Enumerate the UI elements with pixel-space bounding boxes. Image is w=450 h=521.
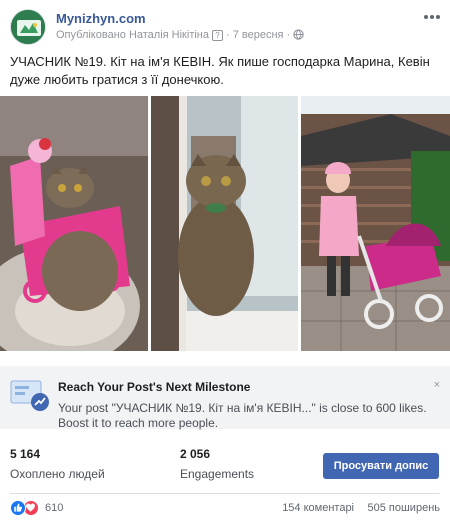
boost-banner: Reach Your Post's Next Milestone Your po… bbox=[0, 366, 450, 430]
info-marker[interactable]: ? bbox=[212, 30, 223, 41]
page-avatar-icon[interactable] bbox=[10, 9, 46, 45]
reach-value: 5 164 bbox=[10, 447, 41, 461]
reach-label: Охоплено людей bbox=[10, 467, 105, 481]
like-icon[interactable] bbox=[10, 500, 26, 516]
boost-text: Your post "УЧАСНИК №19. Кіт на ім'я КЕВІ… bbox=[58, 401, 427, 430]
reach-stat[interactable]: 5 164 Охоплено людей bbox=[10, 447, 105, 481]
more-options-icon[interactable] bbox=[424, 11, 440, 23]
boost-post-button[interactable]: Просувати допис bbox=[323, 453, 439, 479]
photo-girl-stroller[interactable] bbox=[301, 96, 450, 351]
photo-cat-stroller[interactable] bbox=[0, 96, 148, 351]
page-name-link[interactable]: Mynizhyn.com bbox=[56, 11, 146, 26]
divider bbox=[10, 493, 440, 494]
comments-count[interactable]: 154 коментарі bbox=[282, 502, 354, 514]
globe-icon bbox=[293, 29, 304, 43]
post-meta: Опубліковано Наталія Нікітіна? · 7 вересн… bbox=[56, 29, 304, 43]
engagements-stat[interactable]: 2 056 Engagements bbox=[180, 447, 254, 481]
boost-title: Reach Your Post's Next Milestone bbox=[58, 380, 251, 394]
shares-count[interactable]: 505 поширень bbox=[368, 502, 441, 514]
engagements-value: 2 056 bbox=[180, 447, 211, 461]
photo-cat-window[interactable] bbox=[151, 96, 298, 351]
post-text: УЧАСНИК №19. Кіт на ім'я КЕВІН. Як пише … bbox=[10, 54, 430, 87]
close-icon[interactable]: × bbox=[434, 379, 440, 391]
post-footer: 610 154 коментарі 505 поширень bbox=[10, 499, 440, 517]
post-date[interactable]: 7 вересня bbox=[233, 29, 284, 41]
post-insights: 5 164 Охоплено людей 2 056 Engagements П… bbox=[10, 447, 440, 487]
engagements-label: Engagements bbox=[180, 467, 255, 481]
post-header: Mynizhyn.com Опубліковано Наталія Нікіті… bbox=[10, 9, 440, 49]
boost-chart-icon bbox=[10, 380, 50, 412]
published-by[interactable]: Опубліковано Наталія Нікітіна bbox=[56, 29, 209, 41]
reactions-count[interactable]: 610 bbox=[45, 502, 63, 514]
